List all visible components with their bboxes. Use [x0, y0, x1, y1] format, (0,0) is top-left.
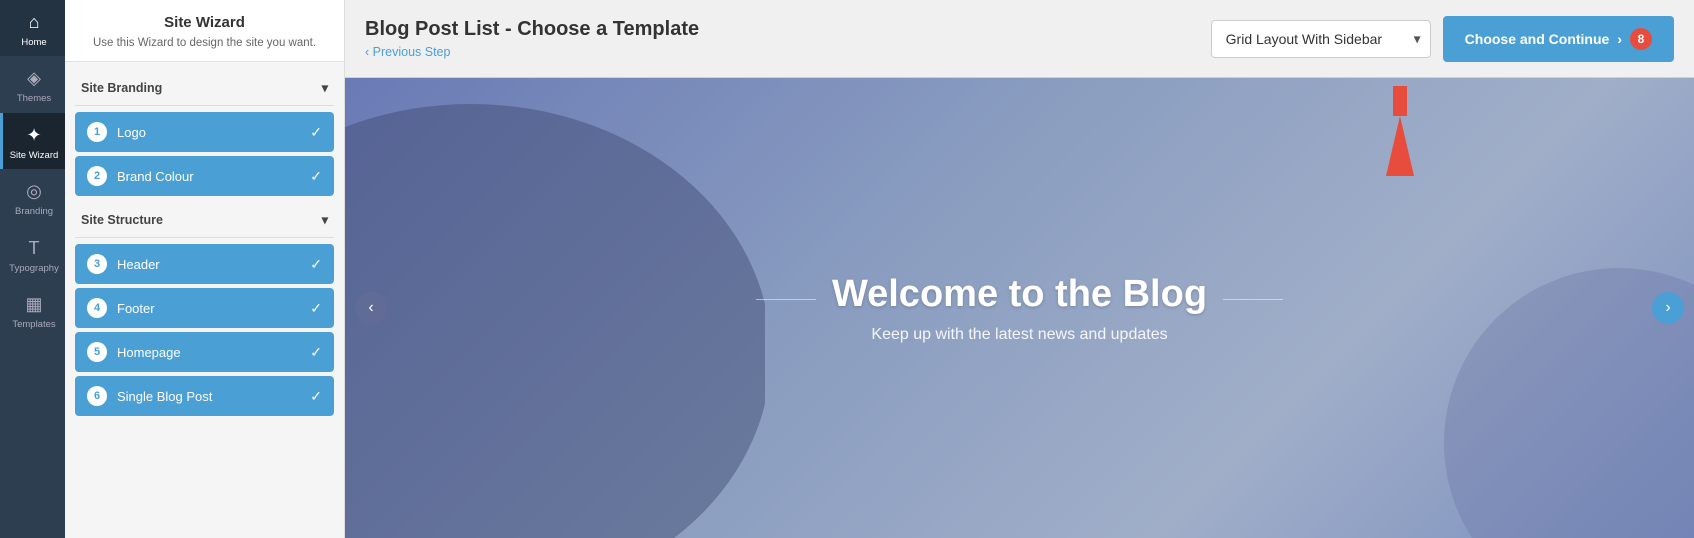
main-area: Blog Post List - Choose a Template ‹ Pre…	[345, 0, 1694, 538]
preview-area: Welcome to the Blog Keep up with the lat…	[345, 78, 1694, 538]
sidebar-item-home[interactable]: ⌂ Home	[0, 0, 65, 56]
chevron-down-icon-2[interactable]: ▾	[322, 212, 328, 227]
typography-icon: T	[29, 238, 40, 259]
badge-count: 8	[1630, 28, 1652, 50]
wizard-item-label: Brand Colour	[117, 169, 310, 184]
sidebar-label-branding: Branding	[15, 206, 53, 217]
sidebar-item-site-wizard[interactable]: ✦ Site Wizard	[0, 113, 65, 169]
red-arrow-shaft	[1393, 86, 1407, 116]
choose-and-continue-button[interactable]: Choose and Continue › 8	[1443, 16, 1674, 62]
wizard-item-label: Footer	[117, 301, 310, 316]
template-dropdown-wrapper: Grid Layout With SidebarList LayoutGrid …	[1211, 20, 1431, 58]
wizard-item-brand-colour[interactable]: 2 Brand Colour ✓	[75, 156, 334, 196]
wizard-item-num: 5	[87, 342, 107, 362]
wizard-body: Site Branding ▾ 1 Logo ✓ 2 Brand Colour …	[65, 62, 344, 430]
preview-background: Welcome to the Blog Keep up with the lat…	[345, 78, 1694, 538]
title-line-left	[756, 299, 816, 300]
wizard-item-footer[interactable]: 4 Footer ✓	[75, 288, 334, 328]
wizard-item-label: Logo	[117, 125, 310, 140]
sidebar-label-typography: Typography	[9, 263, 59, 274]
choose-btn-label: Choose and Continue	[1465, 31, 1610, 47]
carousel-prev-button[interactable]: ‹	[355, 292, 387, 324]
site-wizard-icon: ✦	[26, 125, 41, 146]
choose-btn-arrow-icon: ›	[1617, 31, 1622, 47]
wizard-item-num: 6	[87, 386, 107, 406]
wizard-item-num: 3	[87, 254, 107, 274]
sidebar-item-themes[interactable]: ◈ Themes	[0, 56, 65, 112]
branding-icon: ◎	[26, 181, 42, 202]
templates-icon: ▦	[25, 294, 42, 315]
decorative-shape-left	[345, 78, 765, 538]
wizard-panel: Site Wizard Use this Wizard to design th…	[65, 0, 345, 538]
sidebar-item-typography[interactable]: T Typography	[0, 226, 65, 282]
arrow-annotation	[1386, 88, 1414, 176]
title-line-right	[1223, 299, 1283, 300]
wizard-item-check-icon: ✓	[310, 388, 322, 405]
preview-blog-title: Welcome to the Blog	[832, 273, 1207, 316]
themes-icon: ◈	[27, 68, 41, 89]
red-arrow-head	[1386, 116, 1414, 176]
preview-blog-subtitle: Keep up with the latest news and updates	[756, 326, 1283, 344]
wizard-item-num: 4	[87, 298, 107, 318]
sidebar-label-site-wizard: Site Wizard	[10, 150, 59, 161]
wizard-item-header[interactable]: 3 Header ✓	[75, 244, 334, 284]
wizard-item-label: Homepage	[117, 345, 310, 360]
sidebar-label-themes: Themes	[17, 93, 51, 104]
wizard-item-check-icon: ✓	[310, 168, 322, 185]
template-dropdown[interactable]: Grid Layout With SidebarList LayoutGrid …	[1211, 20, 1431, 58]
preview-text-block: Welcome to the Blog Keep up with the lat…	[736, 273, 1303, 344]
wizard-item-logo[interactable]: 1 Logo ✓	[75, 112, 334, 152]
branding-items: 1 Logo ✓ 2 Brand Colour ✓	[75, 112, 334, 196]
site-branding-header: Site Branding ▾	[75, 72, 334, 101]
wizard-item-check-icon: ✓	[310, 124, 322, 141]
page-title: Blog Post List - Choose a Template	[365, 18, 699, 41]
sidebar-item-branding[interactable]: ◎ Branding	[0, 169, 65, 225]
sidebar-item-templates[interactable]: ▦ Templates	[0, 282, 65, 338]
top-bar: Blog Post List - Choose a Template ‹ Pre…	[345, 0, 1694, 78]
wizard-item-single-blog-post[interactable]: 6 Single Blog Post ✓	[75, 376, 334, 416]
nav-sidebar: ⌂ Home ◈ Themes ✦ Site Wizard ◎ Branding…	[0, 0, 65, 538]
wizard-item-label: Single Blog Post	[117, 389, 310, 404]
wizard-item-check-icon: ✓	[310, 256, 322, 273]
wizard-item-num: 1	[87, 122, 107, 142]
prev-step-link[interactable]: ‹ Previous Step	[365, 45, 699, 59]
home-icon: ⌂	[29, 12, 40, 33]
sidebar-label-templates: Templates	[12, 319, 55, 330]
wizard-item-check-icon: ✓	[310, 300, 322, 317]
carousel-next-button[interactable]: ›	[1652, 292, 1684, 324]
wizard-title: Site Wizard	[81, 14, 328, 31]
chevron-down-icon[interactable]: ▾	[322, 80, 328, 95]
top-bar-left: Blog Post List - Choose a Template ‹ Pre…	[365, 18, 699, 59]
wizard-subtitle: Use this Wizard to design the site you w…	[81, 35, 328, 51]
wizard-item-label: Header	[117, 257, 310, 272]
structure-items: 3 Header ✓ 4 Footer ✓ 5 Homepage ✓ 6 Sin…	[75, 244, 334, 416]
wizard-item-check-icon: ✓	[310, 344, 322, 361]
preview-title-row: Welcome to the Blog	[756, 273, 1283, 326]
wizard-item-homepage[interactable]: 5 Homepage ✓	[75, 332, 334, 372]
top-bar-right: Grid Layout With SidebarList LayoutGrid …	[1211, 16, 1674, 62]
site-structure-header: Site Structure ▾	[75, 204, 334, 233]
sidebar-label-home: Home	[21, 37, 46, 48]
wizard-item-num: 2	[87, 166, 107, 186]
wizard-header: Site Wizard Use this Wizard to design th…	[65, 0, 344, 62]
